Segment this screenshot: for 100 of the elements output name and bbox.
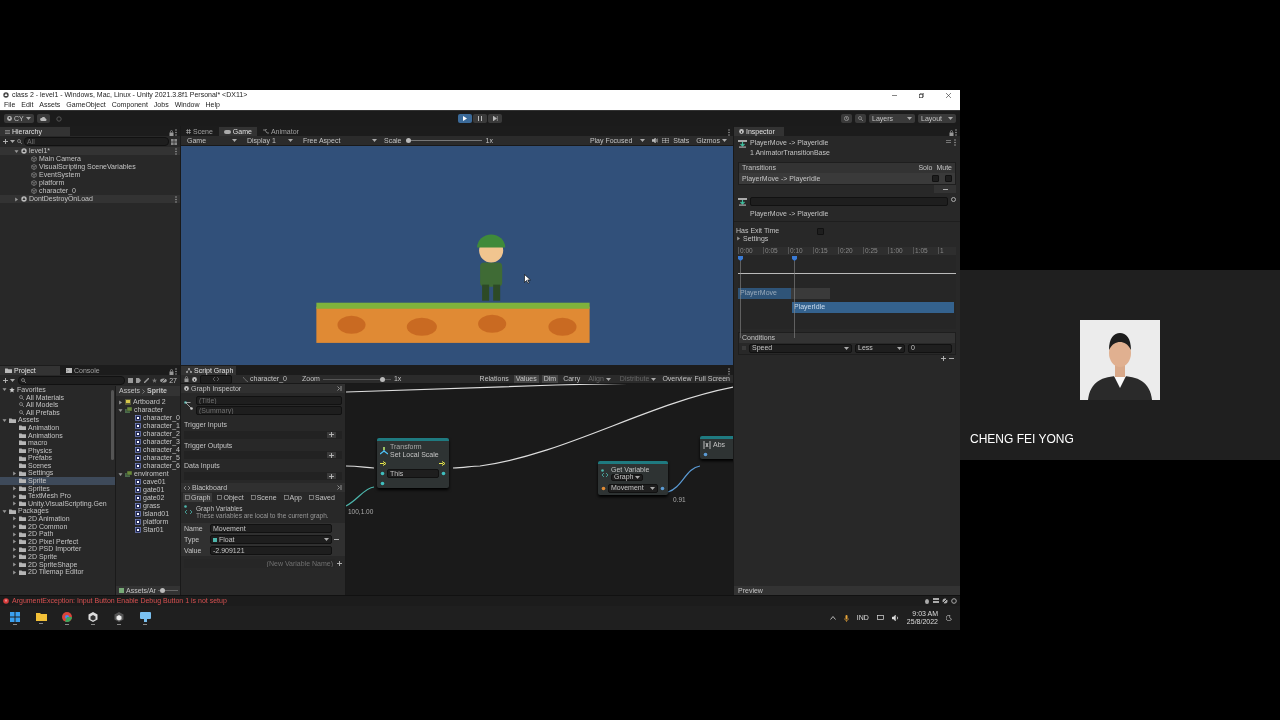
arrow-icon[interactable] xyxy=(2,387,7,393)
sprite-icon xyxy=(135,495,141,501)
search-field[interactable] xyxy=(18,376,126,385)
scale-slider[interactable] xyxy=(405,138,482,143)
arrow-icon[interactable] xyxy=(12,486,17,491)
cube-icon xyxy=(31,188,37,194)
minus-icon[interactable] xyxy=(949,355,954,361)
arrow-icon[interactable] xyxy=(12,546,17,552)
stack-icon[interactable] xyxy=(933,598,939,604)
caret-icon xyxy=(324,538,329,542)
cloud-button[interactable] xyxy=(36,114,50,123)
tag-icon[interactable] xyxy=(136,378,142,383)
monitor-icon[interactable] xyxy=(876,615,884,621)
sliders-icon[interactable] xyxy=(946,139,951,144)
moon-icon[interactable] xyxy=(946,615,952,621)
remove-button[interactable] xyxy=(934,185,956,193)
search-icon xyxy=(858,116,863,121)
grid-icon[interactable] xyxy=(662,138,670,143)
arrow-icon[interactable] xyxy=(736,236,741,242)
eye-slash-icon[interactable] xyxy=(942,598,948,604)
arrow-icon[interactable] xyxy=(12,569,17,575)
pause-button[interactable] xyxy=(473,114,487,123)
folder-icon xyxy=(35,612,47,621)
caret-icon xyxy=(650,486,655,490)
type-icon xyxy=(213,537,217,542)
minus-icon[interactable] xyxy=(942,186,948,192)
add-dropdown[interactable] xyxy=(3,139,15,144)
arrow-icon[interactable] xyxy=(12,470,17,476)
caret-icon xyxy=(10,379,15,382)
size-slider[interactable] xyxy=(157,588,178,593)
cube-icon xyxy=(31,156,37,162)
info-icon xyxy=(739,129,744,134)
sprite-icon xyxy=(135,487,141,493)
cloud-icon xyxy=(39,116,47,121)
search-icon xyxy=(19,402,24,408)
port-icon xyxy=(441,471,446,477)
arrow-icon[interactable] xyxy=(14,196,19,202)
error-icon xyxy=(3,598,9,604)
speaker-icon[interactable] xyxy=(891,615,899,621)
absolute-value-icon xyxy=(703,441,711,449)
search-button[interactable] xyxy=(855,114,866,123)
slider-thumb[interactable] xyxy=(160,588,166,593)
arrow-icon[interactable] xyxy=(12,554,17,560)
arrow-icon[interactable] xyxy=(12,501,17,507)
scope-icon xyxy=(283,495,289,501)
arrow-icon[interactable] xyxy=(118,399,123,405)
solo-checkbox[interactable] xyxy=(932,175,939,182)
variables-icon xyxy=(184,505,193,515)
gamepad-icon xyxy=(223,129,231,134)
chevron-up-icon[interactable] xyxy=(829,616,836,620)
play-icon xyxy=(463,116,467,121)
scope-icon xyxy=(185,495,190,501)
arrow-icon[interactable] xyxy=(118,407,123,413)
caret-icon xyxy=(25,117,31,120)
transform-icon xyxy=(380,446,388,455)
arrow-icon[interactable] xyxy=(12,493,17,499)
speaker-icon[interactable] xyxy=(652,138,659,143)
chevron-icon xyxy=(142,388,145,394)
arrow-icon[interactable] xyxy=(12,539,17,545)
plus-icon[interactable] xyxy=(941,355,946,361)
lock-icon[interactable] xyxy=(949,130,954,136)
transition-icon xyxy=(738,139,747,148)
lock-icon[interactable] xyxy=(184,376,189,382)
collapse-icon[interactable] xyxy=(337,485,342,491)
slider-thumb[interactable] xyxy=(405,138,411,143)
grid-icon[interactable] xyxy=(171,138,177,145)
star-icon[interactable] xyxy=(152,378,158,383)
arrow-icon[interactable] xyxy=(14,148,19,154)
monitor-icon xyxy=(139,611,151,622)
plus-icon[interactable] xyxy=(3,139,8,144)
arrow-icon[interactable] xyxy=(2,508,7,514)
plus-icon[interactable] xyxy=(337,561,342,567)
plus-icon[interactable] xyxy=(3,378,8,383)
arrow-icon[interactable] xyxy=(12,524,17,529)
mic-icon[interactable] xyxy=(843,614,849,622)
arrow-icon[interactable] xyxy=(12,561,17,567)
play-button[interactable] xyxy=(458,114,472,123)
collapse-icon[interactable] xyxy=(337,386,342,391)
clock-icon xyxy=(844,116,849,121)
scene-icon xyxy=(21,148,27,154)
minus-icon[interactable] xyxy=(334,537,339,543)
sprite-icon xyxy=(135,519,141,525)
restore-icon xyxy=(918,92,924,98)
lock-icon[interactable] xyxy=(169,369,174,375)
arrow-icon[interactable] xyxy=(12,516,17,522)
arrow-icon[interactable] xyxy=(118,471,123,477)
slider-thumb[interactable] xyxy=(379,376,385,382)
history-button[interactable] xyxy=(841,114,852,123)
caret-icon xyxy=(844,346,849,350)
add-dropdown[interactable] xyxy=(3,378,15,383)
arrow-icon[interactable] xyxy=(12,531,17,537)
arrow-icon[interactable] xyxy=(2,417,7,423)
four-squares-icon xyxy=(10,611,20,622)
code-toggle[interactable] xyxy=(200,374,232,384)
lock-icon[interactable] xyxy=(169,130,174,136)
variables-icon xyxy=(601,469,609,478)
step-button[interactable] xyxy=(488,114,502,123)
search-icon xyxy=(19,394,24,400)
mute-checkbox[interactable] xyxy=(945,175,952,182)
caret-icon xyxy=(907,117,912,120)
